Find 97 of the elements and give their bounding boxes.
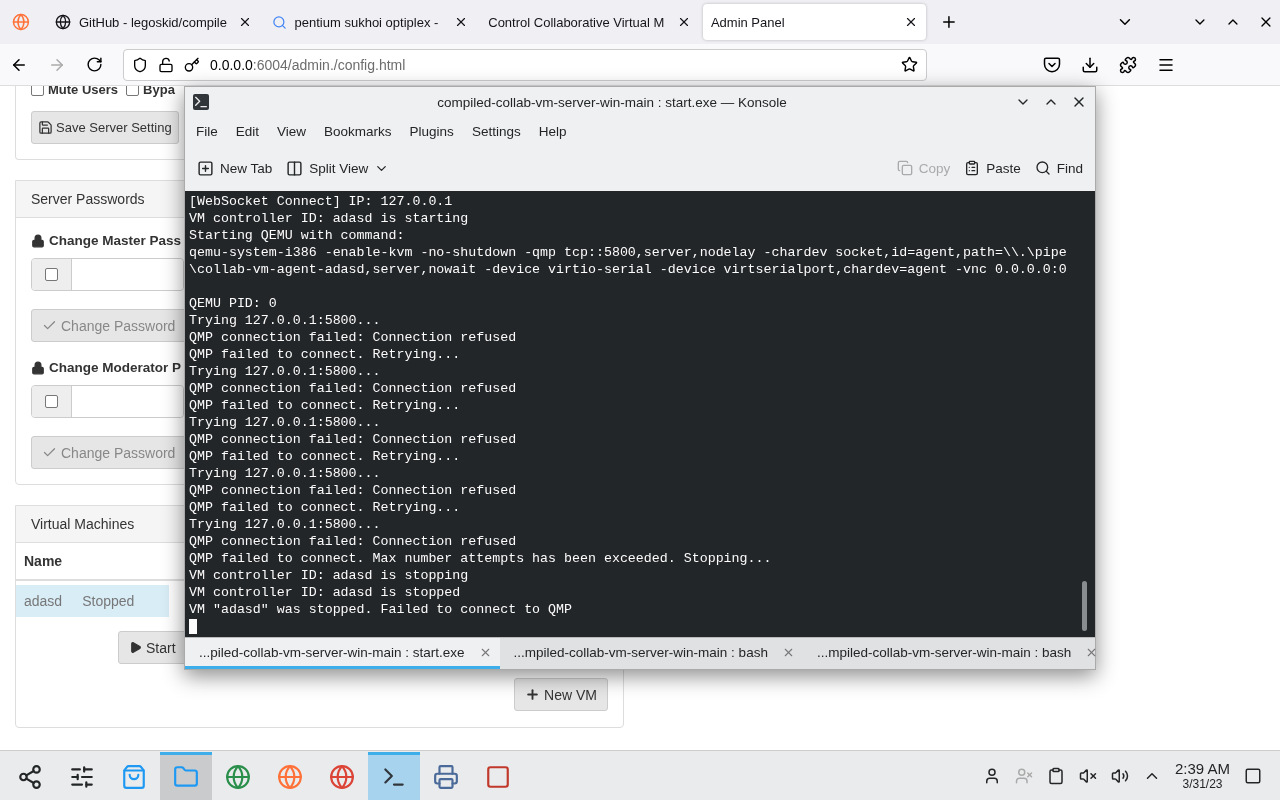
split-view-button[interactable]: Split View xyxy=(286,159,390,177)
scrollbar-thumb[interactable] xyxy=(1082,581,1087,631)
show-desktop-icon[interactable] xyxy=(1244,766,1262,785)
find-button[interactable]: Find xyxy=(1034,160,1083,176)
reload-icon[interactable] xyxy=(86,56,103,73)
terminal-line: VM "adasd" was stopped. Failed to connect to QMP xyxy=(189,601,573,618)
checkbox[interactable] xyxy=(45,395,58,408)
browser-tab[interactable]: GitHub - legoskid/compile xyxy=(46,4,260,40)
lock-icon xyxy=(31,233,45,248)
terminal-tab[interactable]: ...mpiled-collab-vm-server-win-main : bash xyxy=(499,638,803,669)
terminal-line: qemu-system-i386 -enable-kvm -no-shutdown -qmp tcp::5800,server,nodelay -chardev socket,id=agent,path=\\.\pipe xyxy=(189,244,1068,261)
key-icon xyxy=(184,56,200,73)
tab-title: Control Collaborative Virtual M xyxy=(488,14,666,30)
new-tab-icon xyxy=(197,159,214,177)
terminal-line: QMP connection failed: Connection refused xyxy=(189,431,518,448)
menu-item[interactable]: File xyxy=(187,119,227,143)
shield-icon xyxy=(132,56,148,73)
terminal-line: Trying 127.0.0.1:5800... xyxy=(189,363,382,380)
terminal-line: QMP connection failed: Connection refused xyxy=(189,482,518,499)
terminal-icon xyxy=(193,94,209,110)
password-field[interactable] xyxy=(31,385,184,418)
terminal-line: Trying 127.0.0.1:5800... xyxy=(189,516,382,533)
play-icon xyxy=(129,641,142,654)
clipboard-icon[interactable] xyxy=(1046,766,1065,785)
terminal-tab[interactable]: ...piled-collab-vm-server-win-main : start.exe xyxy=(185,638,500,669)
window-title: compiled-collab-vm-server-win-main : start.exe — Konsole xyxy=(436,94,788,110)
terminal-tab[interactable]: ...mpiled-collab-vm-server-win-main : bash xyxy=(802,638,1107,669)
download-icon[interactable] xyxy=(1081,55,1099,74)
clock[interactable]: 2:39 AM 3/31/23 xyxy=(1174,760,1230,791)
tab-title: ...piled-collab-vm-server-win-main : start.exe xyxy=(199,644,465,660)
tab-title: ...mpiled-collab-vm-server-win-main : bash xyxy=(816,644,1072,660)
volume-icon[interactable] xyxy=(1110,766,1129,785)
field-label: Change Moderator P xyxy=(31,360,181,375)
terminal-line: [WebSocket Connect] IP: 127.0.0.1 xyxy=(189,193,454,210)
menu-item[interactable]: Help xyxy=(529,119,576,143)
lock-icon xyxy=(31,360,45,375)
terminal-line: \collab-vm-agent-adasd,server,nowait -device virtio-serial -device virtserialport,chardev=agent -vnc 0.0.0.0:0 xyxy=(189,261,1068,278)
menu-item[interactable]: Plugins xyxy=(400,119,463,143)
tab-title: GitHub - legoskid/compile xyxy=(78,14,228,30)
browser-tab[interactable]: pentium sukhoi optiplex - xyxy=(263,4,477,40)
terminal-line: QMP failed to connect. Retrying... xyxy=(189,397,462,414)
table-cell: adasd xyxy=(24,593,63,609)
save-button[interactable]: Save Server Setting xyxy=(31,111,179,144)
tab-title: Admin Panel xyxy=(710,14,786,30)
address-bar[interactable]: 0.0.0.0:6004/admin./config.html xyxy=(123,48,927,81)
copy-icon xyxy=(896,160,913,176)
shopping-bag-icon xyxy=(121,764,147,790)
terminal-line: QMP failed to connect. Retrying... xyxy=(189,448,462,465)
globe-icon xyxy=(225,764,251,790)
browser-tab[interactable]: Admin Panel xyxy=(702,4,926,40)
menu-item[interactable]: Bookmarks xyxy=(315,119,401,143)
printer-icon xyxy=(433,764,459,790)
search-icon xyxy=(1034,160,1051,176)
menu-item[interactable]: Edit xyxy=(226,119,269,143)
new-tab-button[interactable]: New Tab xyxy=(197,159,273,177)
table-cell: Stopped xyxy=(82,593,135,609)
menu-item[interactable]: View xyxy=(268,119,316,143)
terminal-line: Trying 127.0.0.1:5800... xyxy=(189,414,382,431)
terminal-line: QMP connection failed: Connection refused xyxy=(189,380,518,397)
time-text: 2:39 AM xyxy=(1174,760,1230,777)
menu-item[interactable]: Settings xyxy=(462,119,530,143)
paste-button[interactable]: Paste xyxy=(964,160,1021,176)
settings-icon xyxy=(69,764,95,790)
password-field[interactable] xyxy=(31,258,184,291)
folder-icon xyxy=(173,764,199,790)
tab-title: pentium sukhoi optiplex - xyxy=(294,14,440,30)
terminal-line: VM controller ID: adasd is stopping xyxy=(189,567,470,584)
terminal-line: Trying 127.0.0.1:5800... xyxy=(189,465,382,482)
vm-row[interactable]: adasd Stopped xyxy=(16,585,169,617)
browser-tab[interactable]: Control Collaborative Virtual M xyxy=(480,4,699,40)
start-button[interactable]: Start xyxy=(118,631,187,664)
terminal-line: Trying 127.0.0.1:5800... xyxy=(189,312,382,329)
bookmark-star-icon[interactable] xyxy=(901,56,918,73)
terminal-output[interactable] xyxy=(185,191,1095,637)
checkbox[interactable] xyxy=(126,86,140,96)
save-icon xyxy=(38,120,53,135)
checkbox[interactable] xyxy=(31,86,44,96)
terminal-line: QMP connection failed: Connection refused xyxy=(189,329,518,346)
plus-icon xyxy=(525,687,541,702)
terminal-line: VM controller ID: adasd is stopped xyxy=(189,584,462,601)
terminal-line: Starting QEMU with command: xyxy=(189,227,406,244)
clipboard-icon xyxy=(964,160,981,176)
url-text: 0.0.0.0:6004/admin./config.html xyxy=(210,56,407,73)
extensions-icon[interactable] xyxy=(1119,55,1137,74)
taskbar-app[interactable] xyxy=(368,751,420,800)
tab-title: ...mpiled-collab-vm-server-win-main : bash xyxy=(513,644,768,660)
muted-speaker-icon[interactable] xyxy=(1078,766,1097,785)
date-text: 3/31/23 xyxy=(1182,777,1223,791)
text-cursor xyxy=(189,619,197,634)
new-vm-button[interactable]: New VM xyxy=(514,678,608,711)
columns-icon xyxy=(286,159,304,177)
terminal-line: QEMU PID: 0 xyxy=(189,295,278,312)
field-label: Change Master Pass xyxy=(31,233,182,248)
checkbox[interactable] xyxy=(45,268,58,281)
insecure-lock-icon xyxy=(158,56,174,73)
terminal-line: QMP failed to connect. Retrying... xyxy=(189,346,462,363)
pocket-icon[interactable] xyxy=(1043,55,1061,74)
